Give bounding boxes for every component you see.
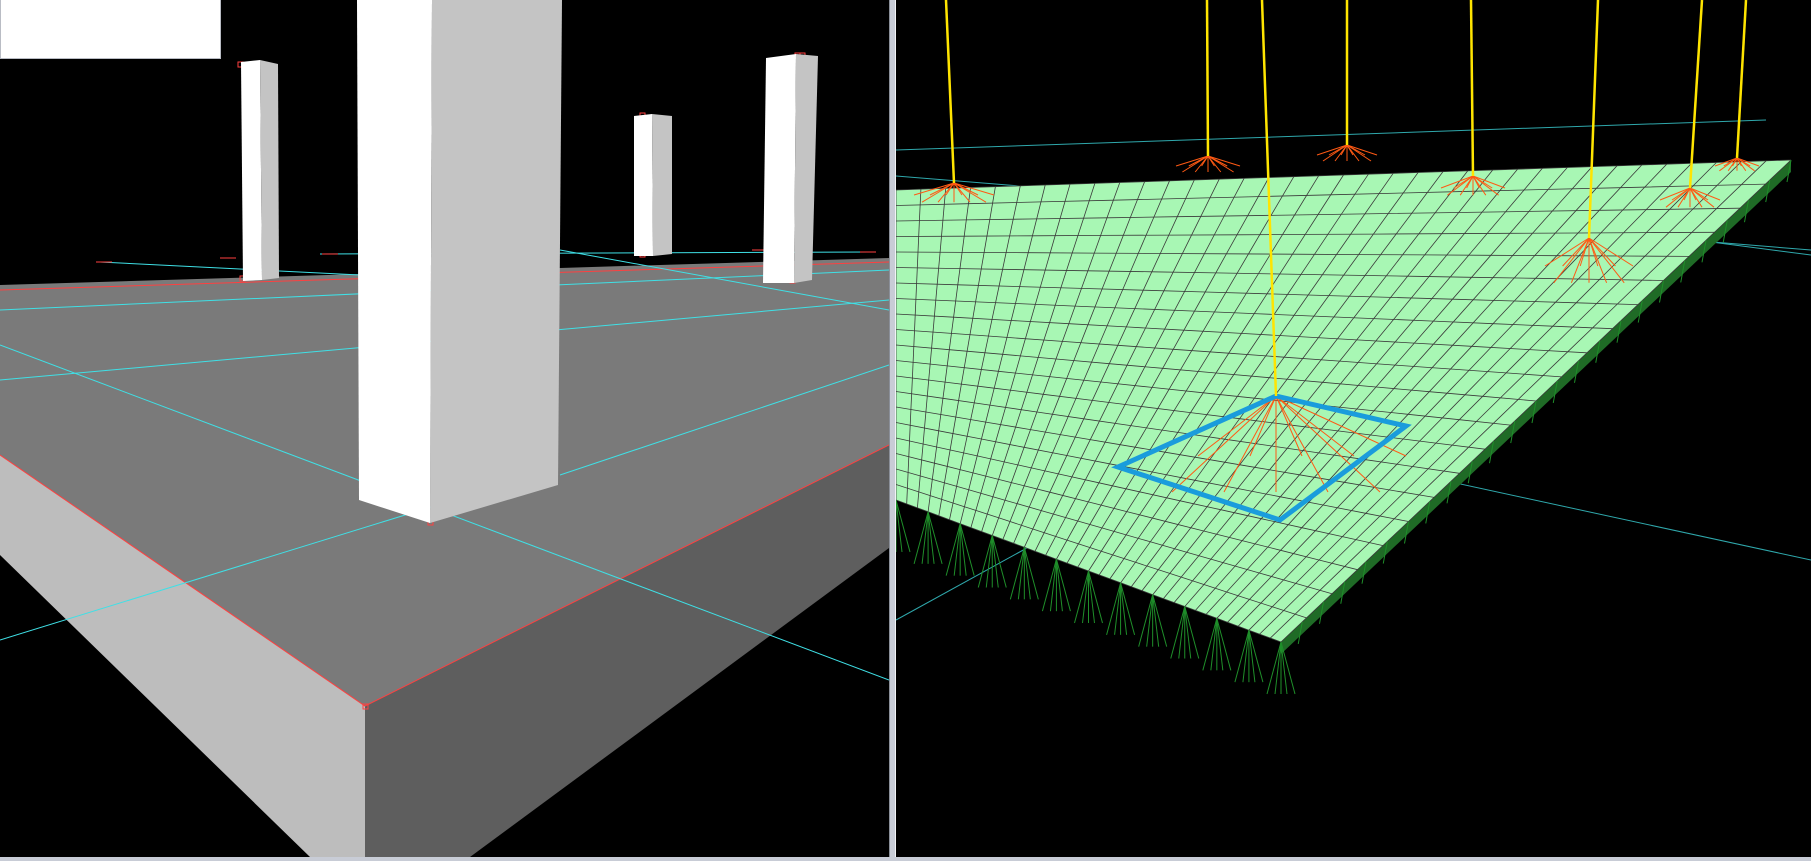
mesh-viewport[interactable] <box>896 0 1811 857</box>
support-line <box>1088 570 1095 624</box>
support-line <box>1074 570 1089 624</box>
support-line <box>1146 594 1154 647</box>
link-line <box>1346 144 1372 162</box>
support-line <box>1082 570 1089 624</box>
support-line <box>1216 618 1232 671</box>
support-line <box>1274 641 1282 695</box>
support-line <box>985 535 993 588</box>
support-line <box>1088 570 1103 624</box>
load-line <box>1469 0 1475 177</box>
mesh-canvas[interactable] <box>896 0 1811 857</box>
link-line <box>1207 155 1234 173</box>
support-line <box>959 523 967 576</box>
support-line <box>953 523 961 576</box>
support-line <box>1216 618 1224 671</box>
support-line <box>1152 594 1160 647</box>
support-line <box>1184 606 1200 659</box>
support-line <box>1009 547 1025 600</box>
support-line <box>1023 547 1039 600</box>
support-line <box>1184 606 1192 659</box>
support-line <box>921 511 929 564</box>
status-strip <box>0 857 1811 861</box>
load-line <box>1205 0 1210 157</box>
support-line <box>1120 582 1128 635</box>
support-line <box>1178 606 1186 659</box>
support-line <box>1280 641 1296 695</box>
support-line <box>1202 618 1218 671</box>
support-line <box>1248 630 1256 683</box>
support-line <box>1017 547 1025 600</box>
support-line <box>1106 582 1122 635</box>
support-line <box>1120 582 1136 635</box>
support-line <box>927 511 935 564</box>
overlay-panel-label <box>1 0 220 8</box>
support-line <box>927 511 943 564</box>
column-1[interactable] <box>241 60 279 281</box>
load-line <box>1735 0 1748 159</box>
load-line <box>944 0 956 184</box>
support-line <box>1023 547 1031 600</box>
support-line <box>959 523 975 576</box>
support-line <box>1138 594 1154 647</box>
support-line <box>1266 641 1282 695</box>
overlay-panel[interactable] <box>0 0 221 59</box>
viewport-splitter[interactable] <box>889 0 896 861</box>
support-line <box>1055 559 1071 612</box>
column-2[interactable] <box>634 114 672 256</box>
column-4[interactable] <box>357 0 562 523</box>
support-line <box>896 499 903 553</box>
render-viewport[interactable] <box>0 0 889 857</box>
support-line <box>1234 630 1250 683</box>
support-line <box>977 535 993 588</box>
support-line <box>1152 594 1168 647</box>
support-line <box>945 523 961 576</box>
support-line <box>1210 618 1218 671</box>
load-line <box>1688 0 1704 189</box>
support-line <box>991 535 999 588</box>
support-line <box>1170 606 1186 659</box>
column-3[interactable] <box>763 54 818 283</box>
support-line <box>1114 582 1122 635</box>
support-line <box>1248 630 1264 683</box>
support-line <box>896 499 911 553</box>
support-line <box>1055 559 1063 612</box>
support-line <box>1242 630 1250 683</box>
support-line <box>1049 559 1057 612</box>
support-line <box>991 535 1007 588</box>
support-line <box>1041 559 1057 612</box>
render-canvas[interactable] <box>0 0 889 857</box>
support-line <box>913 511 929 564</box>
